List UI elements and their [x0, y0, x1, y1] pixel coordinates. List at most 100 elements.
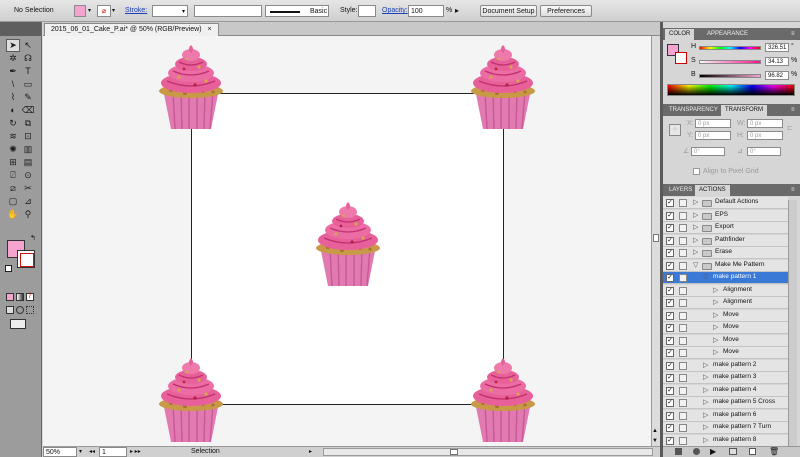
toggle-item-checkbox[interactable]: ✓: [666, 361, 674, 370]
action-row[interactable]: ✓ ▷ Export: [663, 222, 788, 234]
b-slider[interactable]: [699, 74, 761, 78]
actions-scrollbar[interactable]: [788, 200, 797, 446]
dialog-toggle-box[interactable]: [679, 424, 687, 432]
collapsed-triangle-icon[interactable]: ▷: [713, 298, 718, 306]
canvas-area[interactable]: [43, 36, 651, 446]
toggle-item-checkbox[interactable]: ✓: [666, 261, 674, 270]
action-row[interactable]: ✓ ▽ Make Me Pattern: [663, 259, 788, 272]
dialog-toggle-box[interactable]: [679, 211, 687, 220]
h-slider[interactable]: [699, 46, 761, 50]
collapsed-triangle-icon[interactable]: ▷: [703, 373, 708, 381]
toggle-item-checkbox[interactable]: ✓: [666, 374, 674, 382]
dialog-toggle-box[interactable]: [679, 386, 687, 395]
dialog-toggle-box[interactable]: [679, 336, 687, 345]
mesh-tool-icon[interactable]: ⊞: [6, 156, 20, 169]
reference-point-icon[interactable]: ⁘: [669, 124, 681, 136]
default-colors-icon[interactable]: [5, 265, 12, 272]
new-action-icon[interactable]: [749, 448, 756, 455]
s-slider[interactable]: [699, 60, 761, 64]
dialog-toggle-box[interactable]: [679, 411, 687, 420]
scissors-tool-icon[interactable]: ✂: [21, 182, 35, 195]
toggle-item-checkbox[interactable]: ✓: [666, 249, 674, 257]
document-setup-button[interactable]: Document Setup: [480, 5, 537, 17]
opacity-input[interactable]: 100: [408, 5, 444, 17]
gradient-tool-icon[interactable]: ▤: [21, 156, 35, 169]
collapsed-triangle-icon[interactable]: ▷: [713, 336, 718, 344]
scale-tool-icon[interactable]: ⧉: [21, 117, 35, 130]
toggle-item-checkbox[interactable]: ✓: [666, 286, 674, 295]
toggle-item-checkbox[interactable]: ✓: [666, 199, 674, 207]
toggle-item-checkbox[interactable]: ✓: [666, 336, 674, 345]
color-stroke-box[interactable]: [675, 52, 687, 64]
toggle-item-checkbox[interactable]: ✓: [666, 399, 674, 407]
action-row[interactable]: ✓ ▷ Pathfinder: [663, 234, 788, 247]
direct-selection-tool-icon[interactable]: ↖: [21, 39, 35, 52]
paintbrush-tool-icon[interactable]: ⌇: [6, 91, 20, 104]
horizontal-scrollbar[interactable]: [323, 448, 653, 456]
action-row[interactable]: ✓ ▷ Move: [663, 322, 788, 334]
rotate-tool-icon[interactable]: ↻: [6, 117, 20, 130]
scroll-down-icon[interactable]: ▼: [652, 438, 658, 444]
style-swatch[interactable]: [358, 5, 376, 17]
pen-tool-icon[interactable]: ✒: [6, 65, 20, 78]
collapsed-triangle-icon[interactable]: ▷: [713, 348, 718, 356]
stroke-swatch[interactable]: ⌀: [97, 5, 111, 17]
dialog-toggle-box[interactable]: [679, 374, 687, 382]
tab-transparency[interactable]: TRANSPARENCY: [665, 105, 722, 116]
scrollbar-thumb[interactable]: [653, 234, 659, 242]
record-icon[interactable]: [693, 448, 700, 455]
dialog-toggle-box[interactable]: [679, 299, 687, 307]
line-tool-icon[interactable]: \: [6, 78, 20, 91]
toggle-item-checkbox[interactable]: ✓: [666, 274, 674, 282]
dialog-toggle-box[interactable]: [679, 274, 687, 282]
dialog-toggle-box[interactable]: [679, 399, 687, 407]
b-value[interactable]: 96.82: [765, 71, 789, 80]
warp-tool-icon[interactable]: ≋: [6, 130, 20, 143]
tab-appearance[interactable]: APPEARANCE: [703, 29, 752, 40]
eyedropper-tool-icon[interactable]: ⍁: [6, 169, 20, 182]
artboard-number-input[interactable]: 1: [99, 447, 127, 457]
action-row[interactable]: ✓ ▽ make pattern 1: [663, 272, 788, 284]
fill-swatch[interactable]: [74, 5, 86, 17]
symbol-sprayer-tool-icon[interactable]: ✺: [6, 143, 20, 156]
dialog-toggle-box[interactable]: [679, 286, 687, 295]
opacity-label[interactable]: Opacity:: [382, 5, 408, 17]
artboard-tool-icon[interactable]: ▢: [6, 195, 20, 208]
collapsed-triangle-icon[interactable]: ▷: [693, 248, 698, 256]
tab-layers[interactable]: LAYERS: [665, 185, 696, 196]
collapsed-triangle-icon[interactable]: ▷: [703, 386, 708, 394]
w-input[interactable]: 0 px: [747, 119, 783, 128]
action-row[interactable]: ✓ ▷ Move: [663, 347, 788, 359]
toggle-item-checkbox[interactable]: ✓: [666, 324, 674, 332]
action-row[interactable]: ✓ ▷ make pattern 6: [663, 409, 788, 422]
collapsed-triangle-icon[interactable]: ▷: [703, 411, 708, 419]
dialog-toggle-box[interactable]: [679, 224, 687, 232]
color-spectrum[interactable]: [667, 84, 795, 96]
angle-input[interactable]: 0°: [691, 147, 725, 156]
selection-tool-icon[interactable]: ➤: [6, 39, 20, 52]
collapsed-triangle-icon[interactable]: ▷: [693, 198, 698, 206]
action-row[interactable]: ✓ ▷ Erase: [663, 247, 788, 259]
h-input[interactable]: 0 px: [747, 131, 783, 140]
magic-wand-tool-icon[interactable]: ✲: [6, 52, 20, 65]
graph-tool-icon[interactable]: ▥: [21, 143, 35, 156]
action-row[interactable]: ✓ ▷ EPS: [663, 209, 788, 222]
action-row[interactable]: ✓ ▷ Alignment: [663, 297, 788, 309]
stop-icon[interactable]: [675, 448, 682, 455]
toggle-item-checkbox[interactable]: ✓: [666, 349, 674, 357]
stroke-dropdown-icon[interactable]: ▾: [112, 5, 115, 17]
cupcake-image-top-right[interactable]: [463, 43, 543, 135]
eraser-tool-icon[interactable]: ⌫: [21, 104, 35, 117]
stroke-color-box[interactable]: [17, 250, 35, 268]
x-input[interactable]: 0 px: [695, 119, 731, 128]
cupcake-image-center[interactable]: [308, 200, 388, 292]
cupcake-image-top-left[interactable]: [151, 43, 231, 135]
pencil-tool-icon[interactable]: ✎: [21, 91, 35, 104]
collapsed-triangle-icon[interactable]: ▷: [713, 323, 718, 331]
y-input[interactable]: 0 px: [695, 131, 731, 140]
expanded-triangle-icon[interactable]: ▽: [703, 273, 708, 281]
play-icon[interactable]: ▶: [710, 447, 716, 456]
toggle-item-checkbox[interactable]: ✓: [666, 411, 674, 420]
vertical-scrollbar[interactable]: ▲ ▼: [651, 36, 660, 446]
action-row[interactable]: ✓ ▷ Default Actions: [663, 197, 788, 209]
